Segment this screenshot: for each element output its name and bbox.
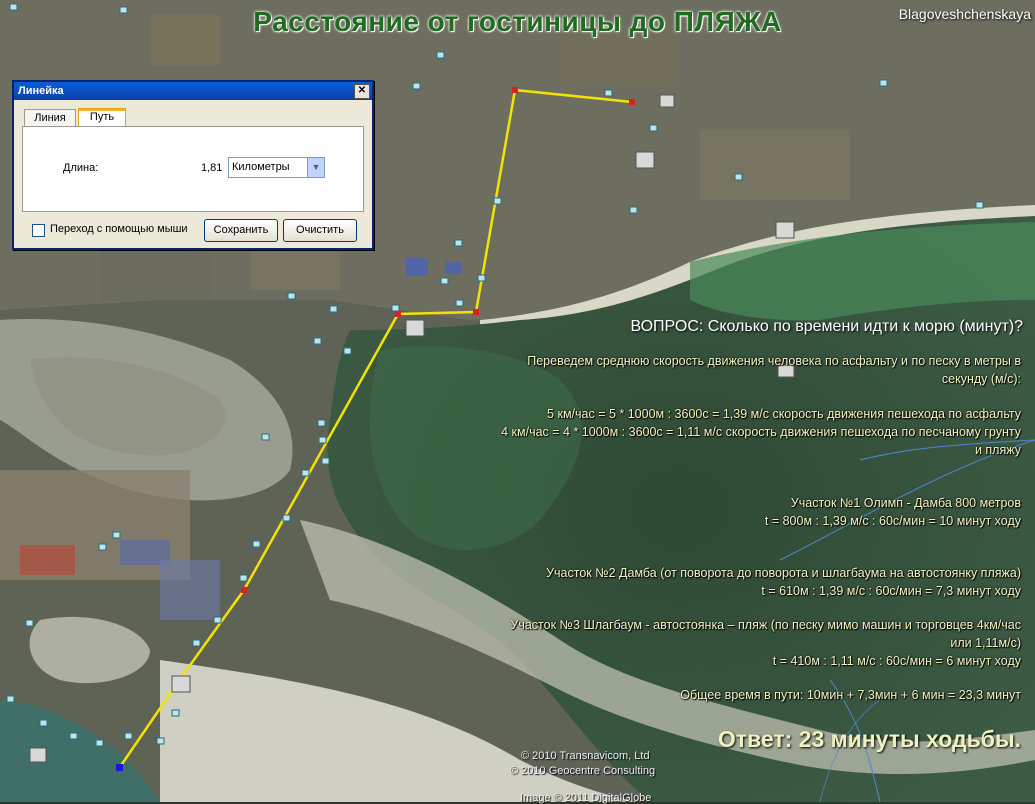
copyright-line-2: © 2010 Geocentre Consulting: [510, 765, 656, 777]
leg2-calc: t = 610м : 1,39 м/с : 60с/мин = 7,3 мину…: [761, 584, 1021, 598]
page-title: Расстояние от гостиницы до ПЛЯЖА: [253, 6, 782, 37]
speed-sand-2: и пляжу: [974, 443, 1021, 457]
route-node-start: [629, 99, 635, 105]
units-select[interactable]: Километры ▼: [228, 157, 325, 178]
place-label: Blagoveshchenskaya: [898, 6, 1031, 22]
leg2-title: Участок №2 Дамба (от поворота до поворот…: [546, 566, 1021, 580]
ruler-panel: Длина: 1,81 Километры ▼: [22, 126, 364, 212]
intro-line-1: Переведем среднюю скорость движения чело…: [527, 354, 1021, 368]
ruler-dialog: Линейка ✕ Линия Путь Длина: 1,81 Километ…: [12, 80, 374, 250]
tab-line[interactable]: Линия: [24, 109, 76, 127]
copyright-line-1: © 2010 Transnavicom, Ltd: [521, 750, 650, 762]
dialog-title: Линейка: [18, 85, 64, 97]
length-value: 1,81: [201, 162, 223, 174]
speed-asphalt: 5 км/час = 5 * 1000м : 3600с = 1,39 м/с …: [547, 407, 1021, 421]
route-node: [395, 311, 401, 317]
leg3-calc: t = 410м : 1,11 м/с : 60с/мин = 6 минут …: [772, 654, 1021, 668]
close-icon[interactable]: ✕: [354, 84, 370, 99]
leg3-title-2: или 1,11м/с): [950, 636, 1021, 650]
save-button[interactable]: Сохранить: [204, 219, 278, 242]
route-node-end: [116, 764, 123, 771]
speed-sand-1: 4 км/час = 4 * 1000м : 3600с = 1,11 м/с …: [501, 425, 1021, 439]
tab-path[interactable]: Путь: [78, 108, 126, 127]
dialog-titlebar[interactable]: Линейка ✕: [14, 82, 372, 100]
question-text: ВОПРОС: Сколько по времени идти к морю (…: [630, 318, 1023, 335]
clear-button[interactable]: Очистить: [283, 219, 357, 242]
leg1-calc: t = 800м : 1,39 м/с : 60с/мин = 10 минут…: [764, 514, 1021, 528]
leg1-title: Участок №1 Олимп - Дамба 800 метров: [790, 496, 1021, 510]
route-node: [241, 587, 247, 593]
leg3-title-1: Участок №3 Шлагбаум - автостоянка – пляж…: [510, 618, 1021, 632]
route-node: [473, 309, 479, 315]
answer-text: Ответ: 23 минуты ходьбы.: [717, 726, 1021, 752]
units-selected: Километры: [232, 161, 290, 173]
copyright-line-3: Image © 2011 DigitalGlobe: [520, 792, 652, 804]
mouse-nav-checkbox[interactable]: [32, 224, 45, 237]
intro-line-2: секунду (м/с):: [941, 372, 1021, 386]
mouse-nav-label: Переход с помощью мыши: [50, 223, 188, 235]
route-node: [512, 87, 518, 93]
total-time: Общее время в пути: 10мин + 7,3мин + 6 м…: [680, 688, 1021, 702]
length-label: Длина:: [63, 162, 99, 174]
chevron-down-icon[interactable]: ▼: [307, 158, 324, 177]
